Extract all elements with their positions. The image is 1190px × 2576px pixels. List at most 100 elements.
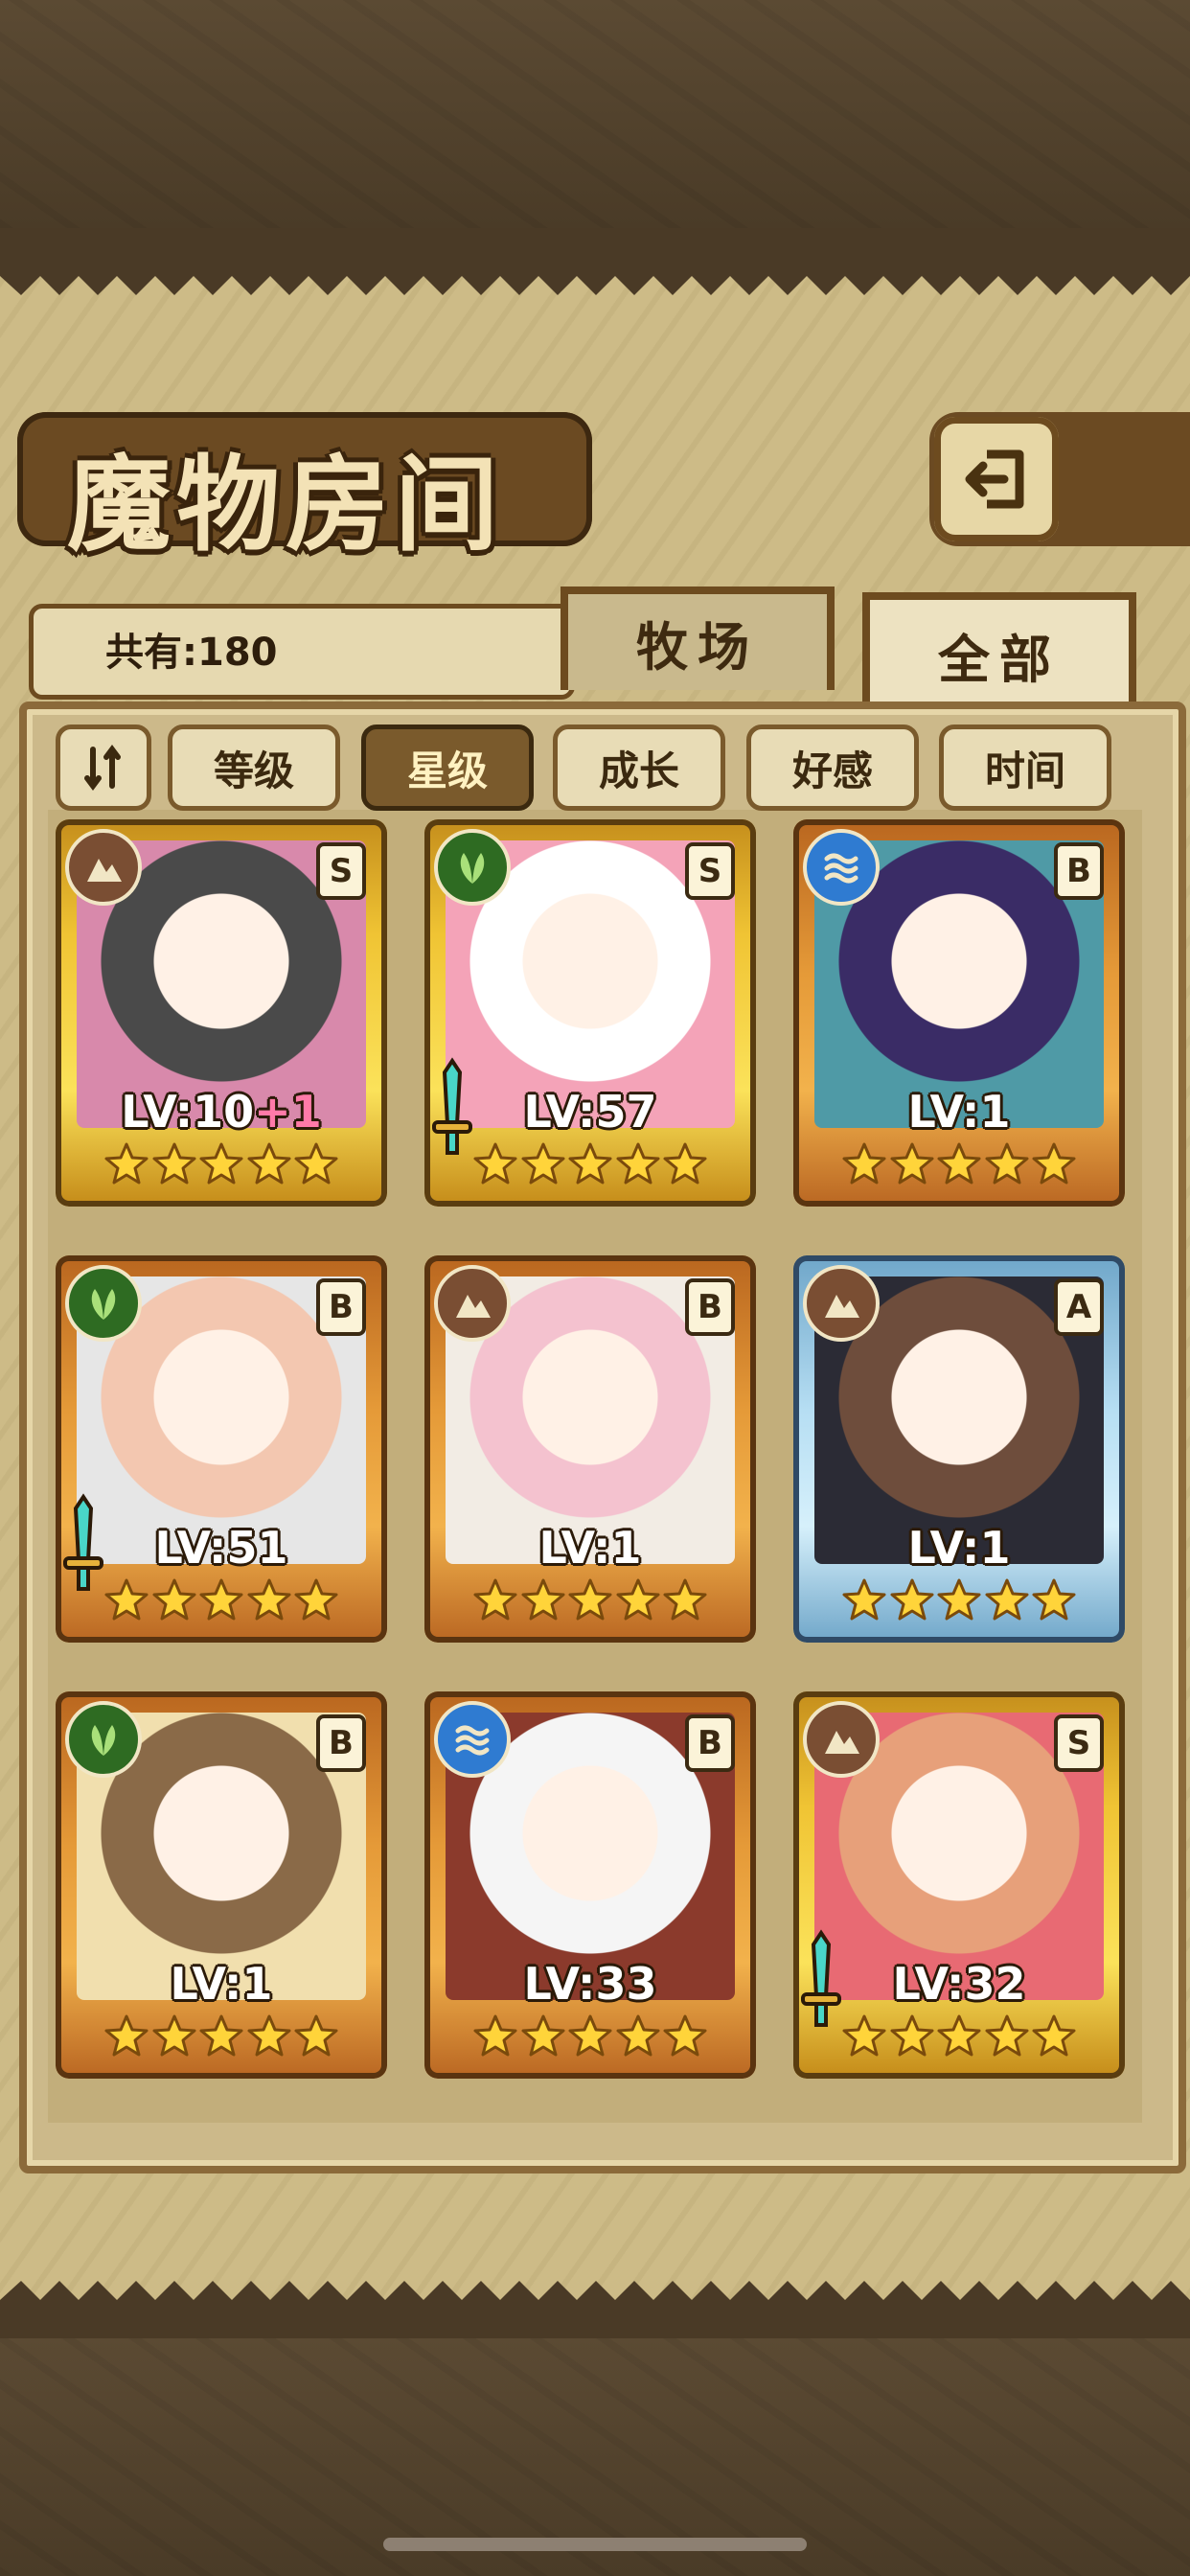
- level-label: LV:51: [56, 1522, 387, 1574]
- star-rating: [841, 2013, 1077, 2067]
- star-icon: [247, 1578, 290, 1621]
- star-icon: [199, 2014, 243, 2057]
- star-icon: [247, 1142, 290, 1184]
- leaf-icon: [65, 1701, 142, 1778]
- rank-badge: B: [316, 1278, 366, 1336]
- sort-star-button[interactable]: 星级: [361, 724, 534, 811]
- back-button[interactable]: [934, 417, 1059, 541]
- star-icon: [521, 1578, 564, 1621]
- star-icon: [294, 1578, 338, 1621]
- level-label: LV:1: [424, 1522, 756, 1574]
- level-bonus: +1: [254, 1086, 322, 1138]
- monster-card[interactable]: B LV:51: [56, 1255, 387, 1643]
- sort-affection-button[interactable]: 好感: [746, 724, 919, 811]
- star-icon: [152, 1142, 195, 1184]
- sort-time-label: 时间: [984, 747, 1065, 794]
- star-icon: [247, 2014, 290, 2057]
- star-icon: [890, 1142, 933, 1184]
- level-text: LV:1: [538, 1522, 642, 1574]
- earth-icon: [803, 1701, 880, 1778]
- water-icon: [434, 1701, 511, 1778]
- star-icon: [104, 2014, 149, 2057]
- star-rating: [472, 1141, 708, 1195]
- level-label: LV:1: [793, 1522, 1125, 1574]
- rank-badge: B: [685, 1278, 735, 1336]
- sort-star-label: 星级: [406, 747, 488, 794]
- star-icon: [616, 1142, 659, 1184]
- map-background-top: [0, 0, 1190, 228]
- tab-ranch[interactable]: 牧场: [561, 586, 835, 690]
- star-rating: [472, 1577, 708, 1631]
- monster-card[interactable]: B LV:1: [56, 1691, 387, 2079]
- star-icon: [521, 1142, 564, 1184]
- monster-card[interactable]: S LV:32: [793, 1691, 1125, 2079]
- monster-card[interactable]: B LV:1: [424, 1255, 756, 1643]
- star-icon: [568, 1578, 612, 1621]
- star-icon: [294, 1142, 338, 1184]
- star-rating: [841, 1577, 1077, 1631]
- sort-level-button[interactable]: 等级: [168, 724, 340, 811]
- star-icon: [890, 1578, 933, 1621]
- star-icon: [663, 1578, 707, 1621]
- star-icon: [985, 1578, 1028, 1621]
- sort-level-label: 等级: [213, 747, 294, 794]
- sort-time-button[interactable]: 时间: [939, 724, 1111, 811]
- water-icon: [803, 829, 880, 906]
- monster-card[interactable]: S LV:10+1: [56, 819, 387, 1207]
- star-icon: [1032, 2014, 1076, 2057]
- monster-count: 共有:180: [105, 631, 278, 675]
- earth-icon: [434, 1265, 511, 1342]
- level-label: LV:10+1: [56, 1086, 387, 1138]
- earth-icon: [65, 829, 142, 906]
- star-icon: [890, 2014, 933, 2057]
- back-arrow-icon: [965, 449, 1024, 509]
- sort-growth-label: 成长: [598, 747, 679, 794]
- rank-badge: A: [1054, 1278, 1104, 1336]
- star-rating: [472, 2013, 708, 2067]
- star-rating: [103, 1577, 339, 1631]
- star-icon: [294, 2014, 338, 2057]
- star-icon: [985, 1142, 1028, 1184]
- sort-order-toggle[interactable]: [56, 724, 151, 811]
- tab-all[interactable]: 全部: [862, 592, 1136, 709]
- rank-badge: S: [685, 842, 735, 900]
- home-indicator[interactable]: [383, 2538, 807, 2551]
- star-icon: [937, 2014, 981, 2057]
- tab-ranch-label: 牧场: [636, 616, 759, 678]
- sort-growth-button[interactable]: 成长: [553, 724, 725, 811]
- rank-badge: S: [1054, 1714, 1104, 1772]
- star-icon: [1032, 1142, 1076, 1184]
- star-icon: [104, 1142, 149, 1184]
- rank-badge: S: [316, 842, 366, 900]
- level-text: LV:33: [523, 1958, 657, 2010]
- level-text: LV:51: [154, 1522, 288, 1574]
- earth-icon: [803, 1265, 880, 1342]
- star-icon: [663, 2014, 707, 2057]
- sort-order-icon: [84, 745, 121, 791]
- leaf-icon: [434, 829, 511, 906]
- star-rating: [103, 1141, 339, 1195]
- star-icon: [199, 1142, 243, 1184]
- level-text: LV:1: [907, 1522, 1011, 1574]
- level-label: LV:1: [793, 1086, 1125, 1138]
- star-icon: [937, 1578, 981, 1621]
- monster-card[interactable]: S LV:57: [424, 819, 756, 1207]
- star-icon: [842, 1142, 886, 1184]
- level-label: LV:1: [56, 1958, 387, 2010]
- level-text: LV:10: [121, 1086, 255, 1138]
- star-icon: [842, 2014, 886, 2057]
- star-icon: [568, 2014, 612, 2057]
- monster-card[interactable]: B LV:1: [793, 819, 1125, 1207]
- level-text: LV:57: [523, 1086, 657, 1138]
- level-text: LV:32: [892, 1958, 1026, 2010]
- star-icon: [937, 1142, 981, 1184]
- rank-badge: B: [316, 1714, 366, 1772]
- star-icon: [521, 2014, 564, 2057]
- star-icon: [568, 1142, 612, 1184]
- level-label: LV:33: [424, 1958, 756, 2010]
- star-rating: [103, 2013, 339, 2067]
- star-icon: [663, 1142, 707, 1184]
- star-icon: [473, 2014, 517, 2057]
- monster-card[interactable]: A LV:1: [793, 1255, 1125, 1643]
- monster-card[interactable]: B LV:33: [424, 1691, 756, 2079]
